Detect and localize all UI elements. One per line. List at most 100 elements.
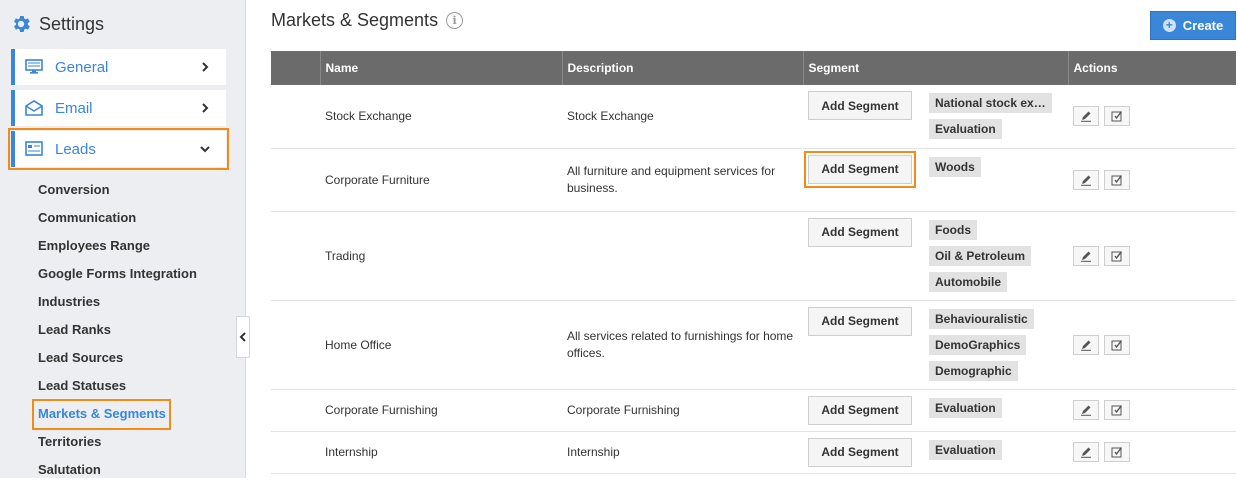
nav-item-label: Email	[55, 99, 93, 117]
segment-wrap: Add Segment National stock ex… Evaluation	[808, 85, 1068, 145]
row-actions-cell	[1068, 431, 1236, 474]
edit-segments-button[interactable]	[1104, 442, 1130, 462]
sub-item-lead-sources[interactable]: Lead Sources	[38, 348, 123, 368]
settings-header: Settings	[10, 12, 104, 36]
segment-tag: DemoGraphics	[929, 334, 1027, 355]
add-segment-button[interactable]: Add Segment	[804, 150, 916, 188]
envelope-icon	[25, 100, 43, 116]
actions-wrap	[1073, 245, 1236, 266]
nav-item-general[interactable]: General	[11, 49, 226, 85]
edit-segments-button[interactable]	[1104, 106, 1130, 127]
add-segment-button[interactable]: Add Segment	[808, 395, 912, 425]
sub-item-lead-statuses[interactable]: Lead Statuses	[38, 376, 126, 396]
add-segment-button[interactable]: Add Segment	[808, 91, 912, 120]
table-row: Corporate Furnishing Corporate Furnishing…	[271, 389, 1236, 432]
edit-button[interactable]	[1073, 400, 1099, 420]
col-header-name: Name	[319, 51, 562, 85]
actions-wrap	[1073, 334, 1236, 355]
edit-button[interactable]	[1073, 442, 1099, 462]
row-description: Corporate Furnishing	[562, 389, 803, 432]
sub-item-communication[interactable]: Communication	[38, 208, 136, 228]
segment-tag-list: Evaluation	[929, 397, 1002, 424]
nav-item-label: Leads	[55, 140, 96, 158]
segment-tag-list: Woods	[929, 156, 981, 183]
segment-tag: Oil & Petroleum	[929, 245, 1032, 266]
row-actions-cell	[1068, 85, 1236, 149]
nav-item-email[interactable]: Email	[11, 90, 226, 126]
segment-tag: Evaluation	[929, 119, 1002, 139]
segment-tag: Foods	[929, 219, 977, 240]
pencil-icon	[1081, 447, 1091, 458]
row-description: All services related to furnishings for …	[562, 300, 803, 390]
nav-item-leads[interactable]: Leads	[8, 128, 229, 170]
col-header-select	[271, 51, 320, 85]
create-button-label: Create	[1182, 18, 1224, 33]
plus-circle-icon: +	[1162, 19, 1176, 32]
row-segment-cell: Add Segment Behaviouralistic DemoGraphics D…	[803, 300, 1068, 390]
info-icon[interactable]: i	[446, 12, 464, 29]
row-select-cell	[271, 431, 320, 474]
settings-sidebar: Settings General Email Leads Conversion …	[0, 0, 246, 478]
row-select-cell	[271, 148, 320, 212]
pencil-icon	[1081, 251, 1091, 262]
edit-segments-button[interactable]	[1104, 169, 1130, 190]
edit-button[interactable]	[1073, 245, 1099, 266]
row-actions-cell	[1068, 148, 1236, 212]
sub-item-territories[interactable]: Territories	[38, 432, 101, 452]
sub-item-industries[interactable]: Industries	[38, 292, 100, 312]
edit-box-icon	[1111, 174, 1123, 185]
edit-segments-button[interactable]	[1104, 400, 1130, 420]
row-description	[562, 211, 803, 301]
chevron-down-icon	[200, 146, 210, 153]
chevron-left-icon	[239, 332, 246, 342]
pencil-icon	[1081, 175, 1091, 186]
leads-icon	[25, 141, 43, 157]
edit-button[interactable]	[1073, 106, 1099, 127]
edit-button[interactable]	[1073, 169, 1099, 190]
segment-tag-list: Behaviouralistic DemoGraphics Demographic	[929, 308, 1034, 387]
pencil-icon	[1081, 111, 1091, 123]
sub-item-salutation[interactable]: Salutation	[38, 460, 101, 480]
segment-tag: Demographic	[929, 360, 1018, 381]
row-select-cell	[271, 211, 320, 301]
create-button[interactable]: + Create	[1150, 11, 1236, 40]
row-name: Internship	[320, 431, 562, 474]
row-select-cell	[271, 85, 320, 149]
add-segment-button[interactable]: Add Segment	[808, 437, 912, 467]
segment-wrap: Add Segment Evaluation	[808, 390, 1068, 425]
row-segment-cell: Add Segment National stock ex… Evaluation	[803, 85, 1068, 149]
row-name: Stock Exchange	[320, 85, 562, 149]
segment-tag-list: Evaluation	[929, 439, 1002, 466]
edit-segments-button[interactable]	[1104, 334, 1130, 355]
row-description: Internship	[562, 431, 803, 474]
gear-icon	[14, 16, 30, 32]
segment-tag: Behaviouralistic	[929, 308, 1034, 329]
edit-button[interactable]	[1073, 334, 1099, 355]
edit-box-icon	[1111, 405, 1123, 416]
segment-tag-list: Foods Oil & Petroleum Automobile	[929, 219, 1032, 298]
edit-box-icon	[1111, 339, 1123, 350]
add-segment-button[interactable]: Add Segment	[808, 306, 912, 336]
sidebar-collapse-toggle[interactable]	[236, 316, 250, 358]
edit-segments-button[interactable]	[1104, 245, 1130, 266]
nav-item-label: General	[55, 58, 109, 76]
row-name: Trading	[320, 211, 562, 301]
row-description: Stock Exchange	[562, 85, 803, 149]
sub-item-conversion[interactable]: Conversion	[38, 180, 110, 200]
col-header-segment: Segment	[802, 51, 1068, 85]
chevron-right-icon	[202, 103, 209, 113]
row-segment-cell: Add Segment Evaluation	[803, 431, 1068, 474]
segment-tag: National stock ex…	[929, 93, 1052, 113]
row-select-cell	[271, 300, 320, 390]
row-select-cell	[271, 389, 320, 432]
add-segment-button[interactable]: Add Segment	[808, 217, 912, 247]
sub-item-lead-ranks[interactable]: Lead Ranks	[38, 320, 111, 340]
chevron-right-icon	[202, 62, 209, 72]
sub-item-employees-range[interactable]: Employees Range	[38, 236, 150, 256]
table-row: Internship Internship Add Segment Evaluatio…	[271, 431, 1236, 474]
sub-item-google-forms-integration[interactable]: Google Forms Integration	[38, 264, 197, 284]
edit-box-icon	[1111, 250, 1123, 261]
table-row: Trading Add Segment Foods Oil & Petroleum Au…	[271, 211, 1236, 301]
segment-wrap: Add Segment Woods	[804, 149, 1068, 188]
monitor-icon	[25, 59, 43, 75]
